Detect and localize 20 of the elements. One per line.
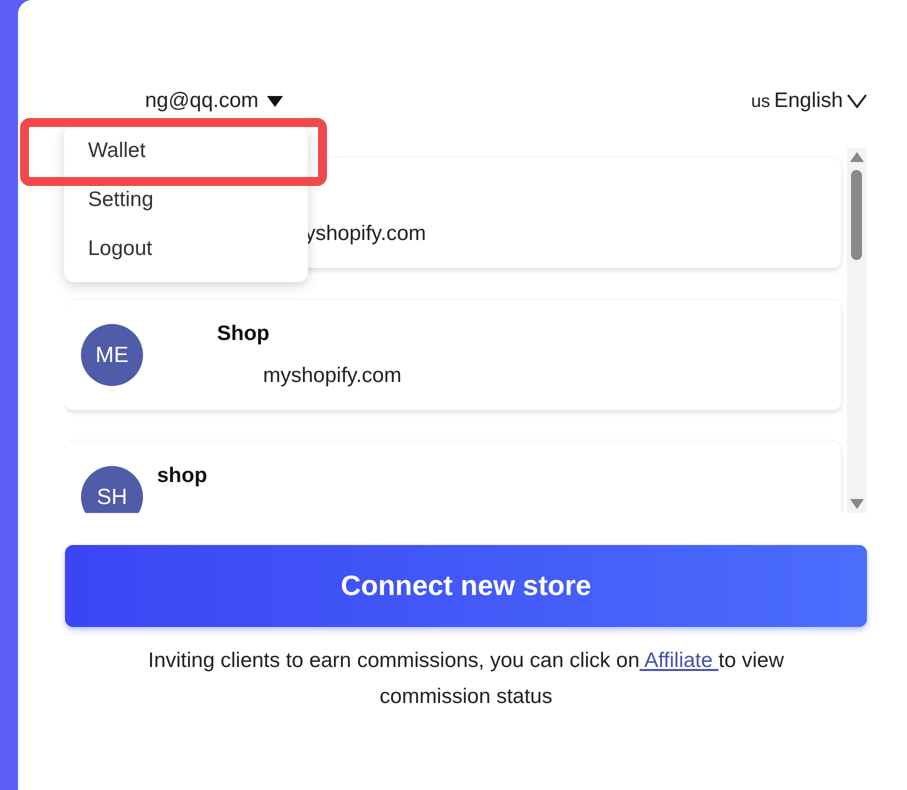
account-dropdown[interactable]: ng@qq.com xyxy=(145,89,283,113)
store-domain: myshopify.com xyxy=(263,364,402,388)
store-card[interactable]: ME Shop myshopify.com xyxy=(65,300,841,410)
affiliate-note: Inviting clients to earn commissions, you can click on Affiliate to view commission status xyxy=(147,648,785,710)
chevron-icon xyxy=(847,94,867,108)
language-dropdown[interactable]: us English xyxy=(751,89,867,113)
store-avatar: ME xyxy=(81,324,143,386)
scrollbar-thumb[interactable] xyxy=(851,170,862,260)
store-name: Shop xyxy=(217,322,270,346)
scrollbar[interactable] xyxy=(847,148,867,513)
store-domain: yshopify.com xyxy=(305,222,426,246)
scroll-up-icon[interactable] xyxy=(850,152,864,162)
scroll-down-icon[interactable] xyxy=(850,499,864,509)
store-avatar: SH xyxy=(81,466,143,513)
store-card[interactable]: SH shop xyxy=(65,442,841,513)
connect-store-button[interactable]: Connect new store xyxy=(65,545,867,627)
menu-item[interactable]: Setting xyxy=(64,176,308,225)
caret-icon xyxy=(266,96,283,106)
store-name: shop xyxy=(157,464,208,488)
affiliate-link[interactable]: Affiliate xyxy=(640,649,719,672)
